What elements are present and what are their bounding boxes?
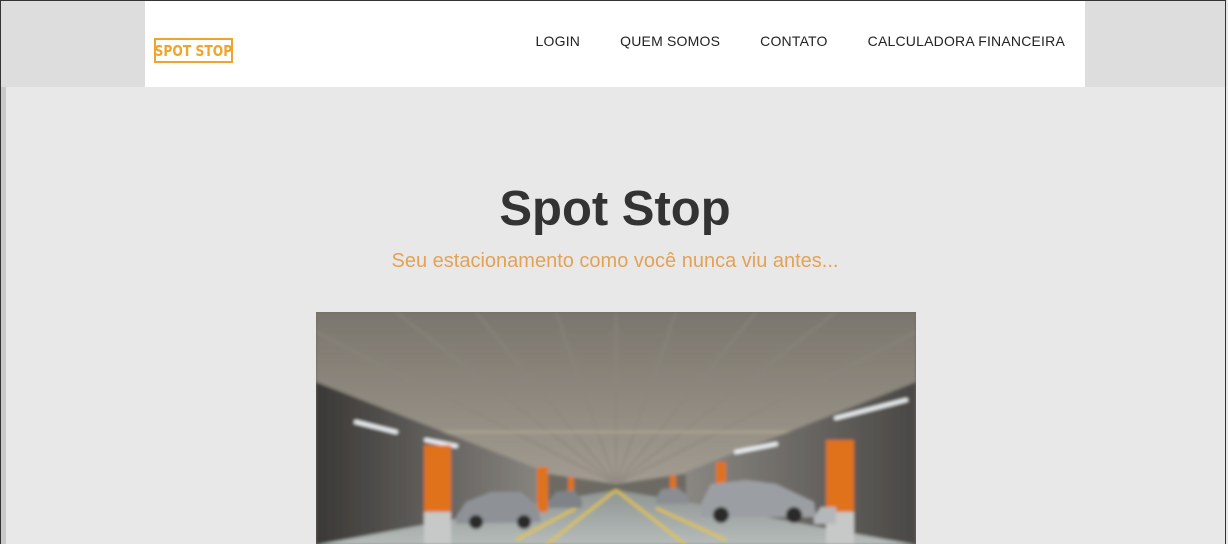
- hero-subtitle: Seu estacionamento como você nunca viu a…: [391, 250, 839, 272]
- main-nav: LOGIN QUEM SOMOS CONTATO CALCULADORA FIN…: [536, 33, 1065, 49]
- nav-calculadora-financeira[interactable]: CALCULADORA FINANCEIRA: [868, 33, 1065, 49]
- parking-garage-illustration: [316, 312, 916, 544]
- logo-text: SPOT STOP: [154, 41, 233, 60]
- site-header: SPOT STOP LOGIN QUEM SOMOS CONTATO CALCU…: [145, 1, 1085, 87]
- browser-viewport: SPOT STOP LOGIN QUEM SOMOS CONTATO CALCU…: [0, 0, 1226, 544]
- nav-quem-somos[interactable]: QUEM SOMOS: [620, 33, 720, 49]
- nav-contato[interactable]: CONTATO: [760, 33, 828, 49]
- nav-login[interactable]: LOGIN: [536, 33, 581, 49]
- hero-title: Spot Stop: [499, 182, 731, 236]
- spot-stop-logo[interactable]: SPOT STOP: [154, 38, 233, 63]
- parking-garage-image: [316, 312, 916, 544]
